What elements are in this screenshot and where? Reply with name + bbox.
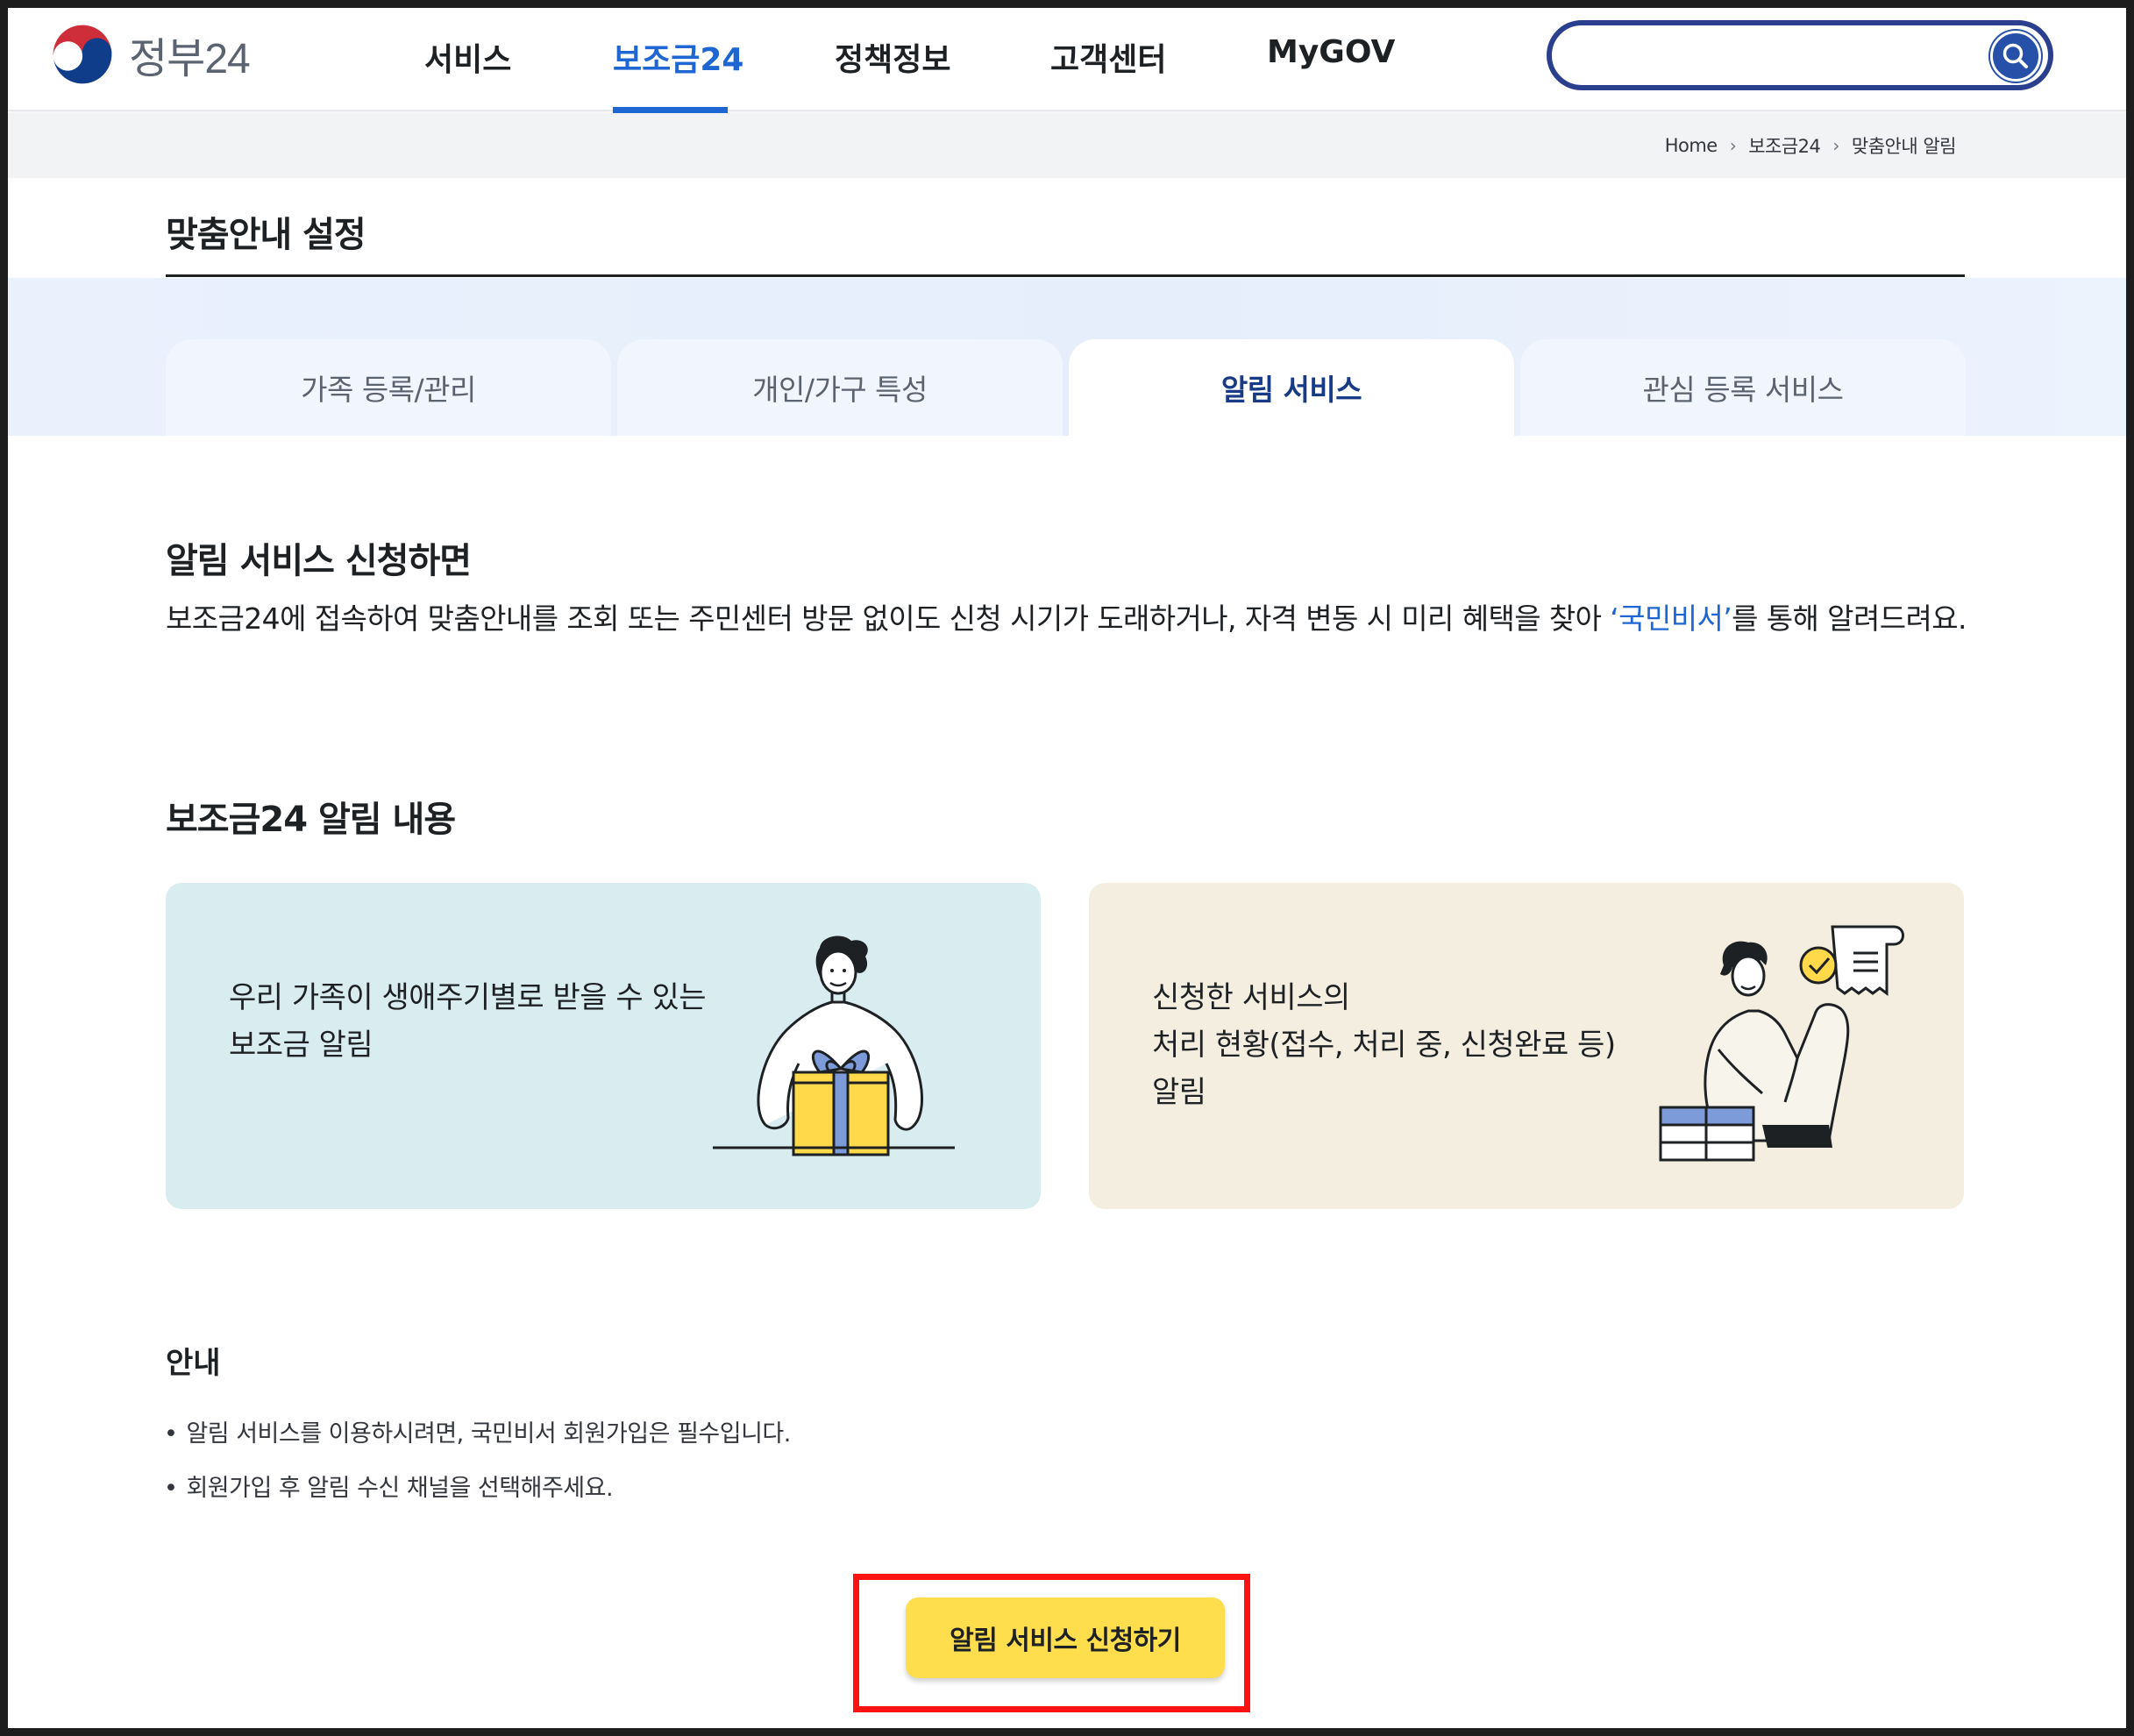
search-bar[interactable] — [1547, 20, 2053, 90]
intro-heading: 알림 서비스 신청하면 — [166, 541, 472, 581]
tab-family[interactable]: 가족 등록/관리 — [166, 339, 611, 436]
title-divider — [166, 274, 1965, 277]
breadcrumb-subsidy24[interactable]: 보조금24 — [1748, 132, 1821, 159]
intro-text-before: 보조금24에 접속하여 맞춤안내를 조회 또는 주민센터 방문 없이도 신청 시… — [166, 601, 1611, 636]
apply-notification-service-button[interactable]: 알림 서비스 신청하기 — [906, 1597, 1225, 1678]
page-title: 맞춤안내 설정 — [166, 215, 366, 255]
tab-band: 가족 등록/관리 개인/가구 특성 알림 서비스 관심 등록 서비스 — [8, 278, 2126, 436]
card-text: 신청한 서비스의 처리 현황(접수, 처리 중, 신청완료 등) 알림 — [1152, 980, 1616, 1110]
nav-item-service[interactable]: 서비스 — [424, 34, 511, 80]
chevron-right-icon: › — [1832, 135, 1839, 156]
browser-frame: 정부24 서비스 보조금24 정책정보 고객센터 MyGOV Home › 보조… — [0, 0, 2134, 1736]
search-input[interactable] — [1576, 36, 1980, 75]
intro-text: 보조금24에 접속하여 맞춤안내를 조회 또는 주민센터 방문 없이도 신청 시… — [166, 595, 1989, 643]
tab-notification-service[interactable]: 알림 서비스 — [1069, 339, 1514, 436]
search-icon — [2002, 43, 2028, 68]
nav-item-policy[interactable]: 정책정보 — [835, 34, 950, 80]
nav-item-subsidy24[interactable]: 보조금24 — [613, 34, 743, 80]
notice-item: 알림 서비스를 이용하시려면, 국민비서 회원가입은 필수입니다. — [164, 1407, 791, 1462]
breadcrumb-current: 맞춤안내 알림 — [1851, 136, 1957, 157]
nav-item-mygov[interactable]: MyGOV — [1267, 34, 1395, 70]
notice-item: 회원가입 후 알림 수신 채널을 선택해주세요. — [164, 1462, 791, 1516]
breadcrumb-bar: Home › 보조금24 › 맞춤안내 알림 — [8, 113, 2126, 178]
tab-interest-service[interactable]: 관심 등록 서비스 — [1520, 339, 1966, 436]
intro-highlight: ‘국민비서’ — [1610, 601, 1732, 636]
tab-household[interactable]: 개인/가구 특성 — [617, 339, 1063, 436]
document-illustration-icon — [1659, 925, 1904, 1162]
intro-text-after: 를 통해 알려드려요. — [1732, 601, 1967, 636]
breadcrumb-home[interactable]: Home — [1665, 135, 1718, 156]
nav-active-underline — [613, 107, 728, 113]
card-lifecycle-subsidy: 우리 가족이 생애주기별로 받을 수 있는 보조금 알림 — [166, 883, 1041, 1209]
notice-title: 안내 — [166, 1346, 221, 1381]
card-text: 우리 가족이 생애주기별로 받을 수 있는 보조금 알림 — [229, 980, 707, 1063]
card-application-status: 신청한 서비스의 처리 현황(접수, 처리 중, 신청완료 등) 알림 — [1089, 883, 1964, 1209]
logo-text: 정부24 — [129, 36, 251, 82]
gift-illustration-icon — [713, 936, 955, 1156]
nav-item-support[interactable]: 고객센터 — [1050, 34, 1166, 80]
notice-list: 알림 서비스를 이용하시려면, 국민비서 회원가입은 필수입니다. 회원가입 후… — [164, 1407, 791, 1516]
chevron-right-icon: › — [1729, 135, 1737, 156]
taegeuk-logo-icon — [50, 22, 115, 87]
search-button[interactable] — [1990, 31, 2041, 82]
breadcrumb: Home › 보조금24 › 맞춤안내 알림 — [1665, 132, 1957, 159]
logo[interactable]: 정부24 — [48, 20, 251, 89]
site-header: 정부24 서비스 보조금24 정책정보 고객센터 MyGOV — [8, 8, 2126, 113]
contents-heading: 보조금24 알림 내용 — [166, 800, 456, 840]
